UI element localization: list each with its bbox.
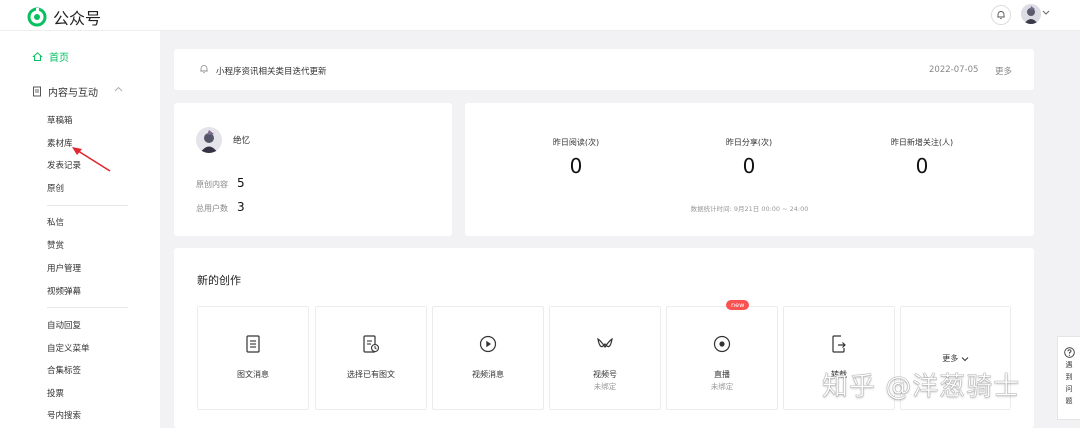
- account-card: 绝忆 原创内容 5 总用户数 3: [174, 103, 452, 236]
- tile-label: 选择已有图文: [347, 370, 395, 379]
- sidebar-item-collection-tags[interactable]: 合集标签: [47, 364, 81, 376]
- live-icon: [713, 335, 731, 353]
- user-count-label: 总用户数: [196, 204, 228, 213]
- sidebar: 首页 内容与互动 草稿箱 素材库 发表记录 原创 私信 赞赏 用户管理 视频弹幕…: [0, 31, 160, 428]
- sidebar-item-drafts[interactable]: 草稿箱: [47, 114, 73, 126]
- notice-more-link[interactable]: 更多: [995, 65, 1012, 77]
- tile-more-label: 更多: [901, 353, 1010, 364]
- question-icon: [1063, 347, 1075, 358]
- tile-label: 视频号: [593, 370, 617, 379]
- bell-icon: [200, 65, 208, 74]
- sidebar-item-messages[interactable]: 私信: [47, 216, 64, 228]
- avatar: [196, 127, 222, 153]
- notice-text[interactable]: 小程序资讯相关类目迭代更新: [216, 65, 327, 77]
- tile-channels[interactable]: 视频号 未绑定: [549, 306, 661, 410]
- tile-label: 视频消息: [472, 370, 504, 379]
- home-icon: [32, 52, 43, 61]
- metric-shares-value: 0: [742, 154, 756, 178]
- notice-date: 2022-07-05: [929, 65, 979, 75]
- account-name: 绝忆: [233, 136, 251, 146]
- help-char: 到: [1065, 373, 1073, 381]
- help-float-button[interactable]: 遇 到 问 题: [1057, 336, 1080, 420]
- sidebar-item-original[interactable]: 原创: [47, 182, 64, 194]
- more-text: 更多: [942, 354, 959, 363]
- chevron-up-icon[interactable]: [114, 86, 123, 92]
- sidebar-item-auto-reply[interactable]: 自动回复: [47, 319, 81, 331]
- divider: [47, 307, 128, 308]
- sidebar-item-users[interactable]: 用户管理: [47, 262, 81, 274]
- sidebar-item-label: 首页: [49, 53, 69, 64]
- original-count-label: 原创内容: [196, 180, 228, 189]
- sidebar-item-vote[interactable]: 投票: [47, 387, 64, 399]
- tile-label: 图文消息: [237, 370, 269, 379]
- metric-shares-label: 昨日分享(次): [725, 138, 773, 147]
- tile-video-message[interactable]: 视频消息: [432, 306, 544, 410]
- repost-icon: [832, 335, 846, 353]
- metric-follows-value: 0: [915, 154, 929, 178]
- notification-button[interactable]: [991, 5, 1011, 25]
- chevron-down-icon: [961, 356, 969, 361]
- sidebar-item-custom-menu[interactable]: 自定义菜单: [47, 342, 90, 354]
- metric-reads-label: 昨日阅读(次): [552, 138, 600, 147]
- bell-icon: [997, 11, 1005, 20]
- play-icon: [479, 335, 497, 353]
- help-char: 遇: [1065, 361, 1073, 369]
- avatar-image: [196, 127, 222, 153]
- app-title: 公众号: [53, 9, 102, 28]
- chevron-down-icon[interactable]: [1042, 10, 1050, 16]
- sidebar-group-content[interactable]: 内容与互动: [32, 84, 128, 99]
- metric-reads-value: 0: [569, 154, 583, 178]
- tile-sublabel: 未绑定: [593, 382, 617, 391]
- metrics-footnote: 数据统计时间: 9月21日 00:00 ~ 24:00: [690, 205, 809, 213]
- document-icon: [33, 86, 41, 97]
- annotation-arrow: [72, 147, 111, 172]
- tile-select-article[interactable]: 选择已有图文: [315, 306, 427, 410]
- document-select-icon: [363, 335, 380, 353]
- sidebar-item-danmaku[interactable]: 视频弹幕: [47, 285, 81, 297]
- channels-icon: [597, 337, 613, 349]
- watermark: 知乎 @洋葱骑士: [822, 372, 1021, 403]
- tile-live[interactable]: 直播 未绑定: [666, 306, 778, 410]
- tile-sublabel: 未绑定: [710, 382, 734, 391]
- document-icon: [246, 335, 260, 353]
- sidebar-item-home[interactable]: 首页: [32, 49, 69, 64]
- sidebar-item-search[interactable]: 号内搜索: [47, 409, 81, 421]
- tile-label: 直播: [714, 370, 730, 379]
- top-bar: 公众号: [0, 0, 1080, 31]
- wechat-mp-logo-icon: [27, 7, 47, 27]
- metric-follows-label: 昨日新增关注(人): [890, 138, 954, 147]
- help-char: 题: [1065, 397, 1073, 405]
- tile-article[interactable]: 图文消息: [197, 306, 309, 410]
- new-badge: new: [726, 300, 750, 310]
- divider: [47, 205, 128, 206]
- notice-bar[interactable]: 小程序资讯相关类目迭代更新 2022-07-05 更多: [174, 49, 1034, 90]
- logo[interactable]: 公众号: [27, 5, 101, 29]
- create-title: 新的创作: [197, 274, 241, 287]
- avatar: [1021, 4, 1041, 24]
- user-avatar-button[interactable]: [1021, 4, 1041, 24]
- sidebar-group-label: 内容与互动: [48, 88, 98, 99]
- metrics-card: 昨日阅读(次) 0 昨日分享(次) 0 昨日新增关注(人) 0 数据统计时间: …: [465, 103, 1034, 236]
- sidebar-item-rewards[interactable]: 赞赏: [47, 239, 64, 251]
- user-count-value: 3: [237, 200, 245, 214]
- help-char: 问: [1065, 385, 1073, 393]
- original-count-value: 5: [237, 176, 245, 190]
